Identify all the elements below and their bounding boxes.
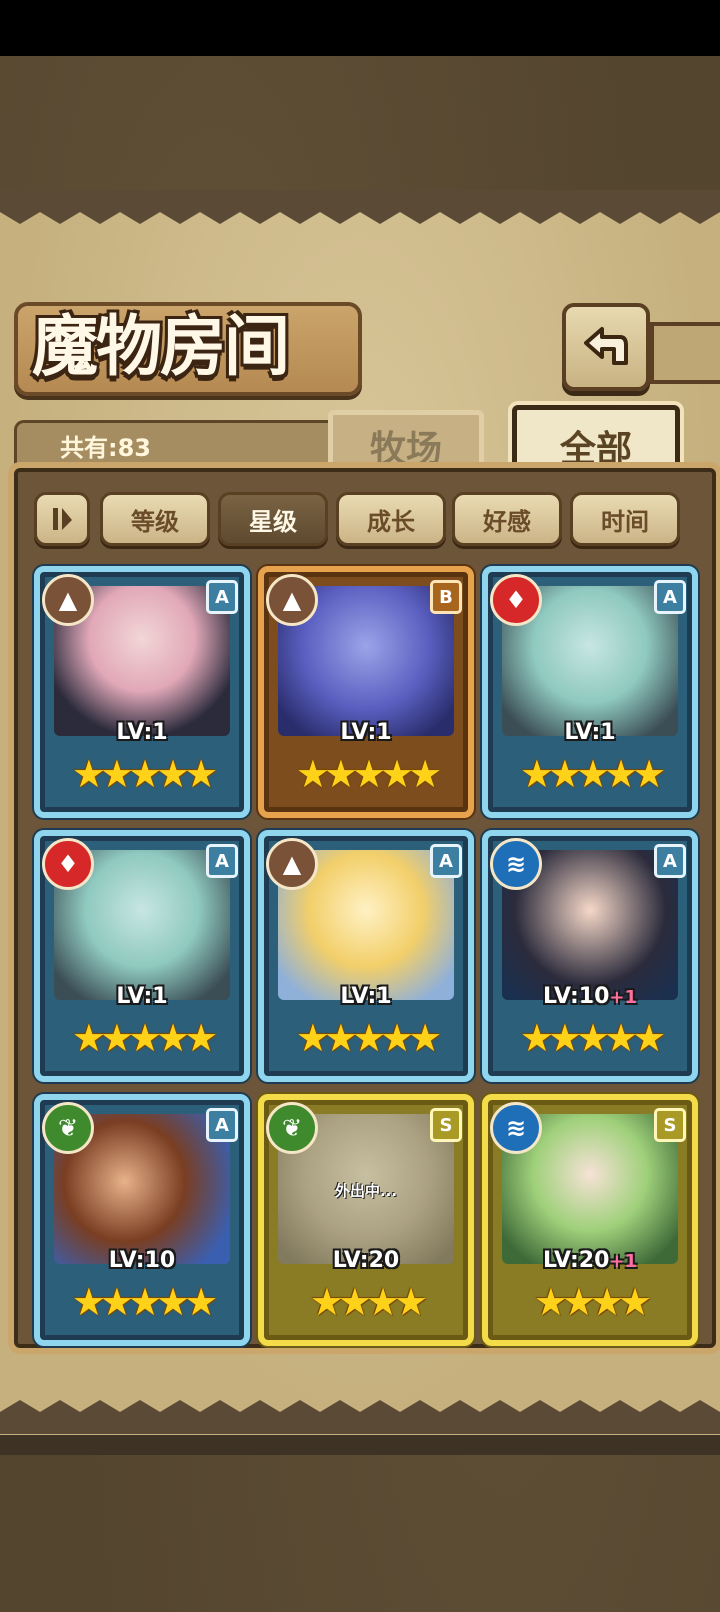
level-value: LV:20 <box>542 1248 610 1273</box>
sort-affection-button[interactable]: 好感 <box>452 492 562 546</box>
level-value: LV:1 <box>116 720 168 745</box>
scroll-top-edge <box>0 190 720 224</box>
back-button-tab <box>650 322 720 384</box>
star-rating: ★★★★★ <box>295 1016 442 1060</box>
monster-card[interactable]: 外出中... ❦ S LV:20 ★★★★ <box>258 1094 474 1346</box>
water-element-icon: ≋ <box>490 1102 542 1154</box>
rarity-badge: S <box>654 1108 686 1142</box>
level-value: LV:1 <box>116 984 168 1009</box>
level-value: LV:20 <box>332 1248 400 1273</box>
star-rating: ★★★★ <box>309 1280 428 1324</box>
level-bonus: +1 <box>609 987 638 1008</box>
star-rating: ★★★★★ <box>295 752 442 796</box>
sort-level-button[interactable]: 等级 <box>100 492 210 546</box>
monster-level: LV:1 <box>40 720 244 745</box>
earth-element-icon: ▲ <box>42 574 94 626</box>
rarity-badge: A <box>206 580 238 614</box>
fire-element-icon: ♦ <box>490 574 542 626</box>
monster-card[interactable]: ≋ A LV:10+1 ★★★★★ <box>482 830 698 1082</box>
monster-card[interactable]: ♦ A LV:1 ★★★★★ <box>34 830 250 1082</box>
monster-level: LV:1 <box>40 984 244 1009</box>
star-rating: ★★★★★ <box>71 752 218 796</box>
level-value: LV:10 <box>108 1248 176 1273</box>
level-value: LV:1 <box>340 720 392 745</box>
star-rating: ★★★★★ <box>519 1016 666 1060</box>
sort-star-button[interactable]: 星级 <box>218 492 328 546</box>
grass-element-icon: ❦ <box>266 1102 318 1154</box>
earth-element-icon: ▲ <box>266 838 318 890</box>
star-rating: ★★★★★ <box>519 752 666 796</box>
monster-card[interactable]: ▲ A LV:1 ★★★★★ <box>34 566 250 818</box>
monster-level: LV:1 <box>488 720 692 745</box>
monster-card[interactable]: ♦ A LV:1 ★★★★★ <box>482 566 698 818</box>
page-title: 魔物房间 <box>32 307 290 385</box>
grass-element-icon: ❦ <box>42 1102 94 1154</box>
monster-card[interactable]: ≋ S LV:20+1 ★★★★ <box>482 1094 698 1346</box>
star-rating: ★★★★★ <box>71 1280 218 1324</box>
star-rating: ★★★★ <box>533 1280 652 1324</box>
rarity-badge: B <box>430 580 462 614</box>
sort-order-button[interactable] <box>34 492 90 546</box>
monster-level: LV:1 <box>264 984 468 1009</box>
monster-level: LV:10 <box>40 1248 244 1273</box>
rarity-badge: A <box>206 1108 238 1142</box>
fire-element-icon: ♦ <box>42 838 94 890</box>
monster-level: LV:10+1 <box>488 984 692 1009</box>
scroll-bottom-band <box>0 1435 720 1455</box>
rarity-badge: S <box>430 1108 462 1142</box>
monster-card[interactable]: ▲ A LV:1 ★★★★★ <box>258 830 474 1082</box>
away-status: 外出中... <box>334 1182 398 1200</box>
sort-growth-button[interactable]: 成长 <box>336 492 446 546</box>
earth-element-icon: ▲ <box>266 574 318 626</box>
rarity-badge: A <box>206 844 238 878</box>
water-element-icon: ≋ <box>490 838 542 890</box>
scroll-bottom-edge <box>0 1400 720 1434</box>
rarity-badge: A <box>654 580 686 614</box>
monster-level: LV:1 <box>264 720 468 745</box>
level-value: LV:10 <box>542 984 610 1009</box>
rarity-badge: A <box>430 844 462 878</box>
level-value: LV:1 <box>564 720 616 745</box>
sort-time-button[interactable]: 时间 <box>570 492 680 546</box>
monster-level: LV:20 <box>264 1248 468 1273</box>
back-button[interactable] <box>562 303 650 391</box>
sort-order-icon <box>53 508 72 530</box>
level-value: LV:1 <box>340 984 392 1009</box>
star-rating: ★★★★★ <box>71 1016 218 1060</box>
monster-level: LV:20+1 <box>488 1248 692 1273</box>
monster-card[interactable]: ▲ B LV:1 ★★★★★ <box>258 566 474 818</box>
status-bar <box>0 0 720 56</box>
level-bonus: +1 <box>609 1251 638 1272</box>
back-arrow-icon <box>584 327 628 365</box>
monster-card[interactable]: ❦ A LV:10 ★★★★★ <box>34 1094 250 1346</box>
rarity-badge: A <box>654 844 686 878</box>
